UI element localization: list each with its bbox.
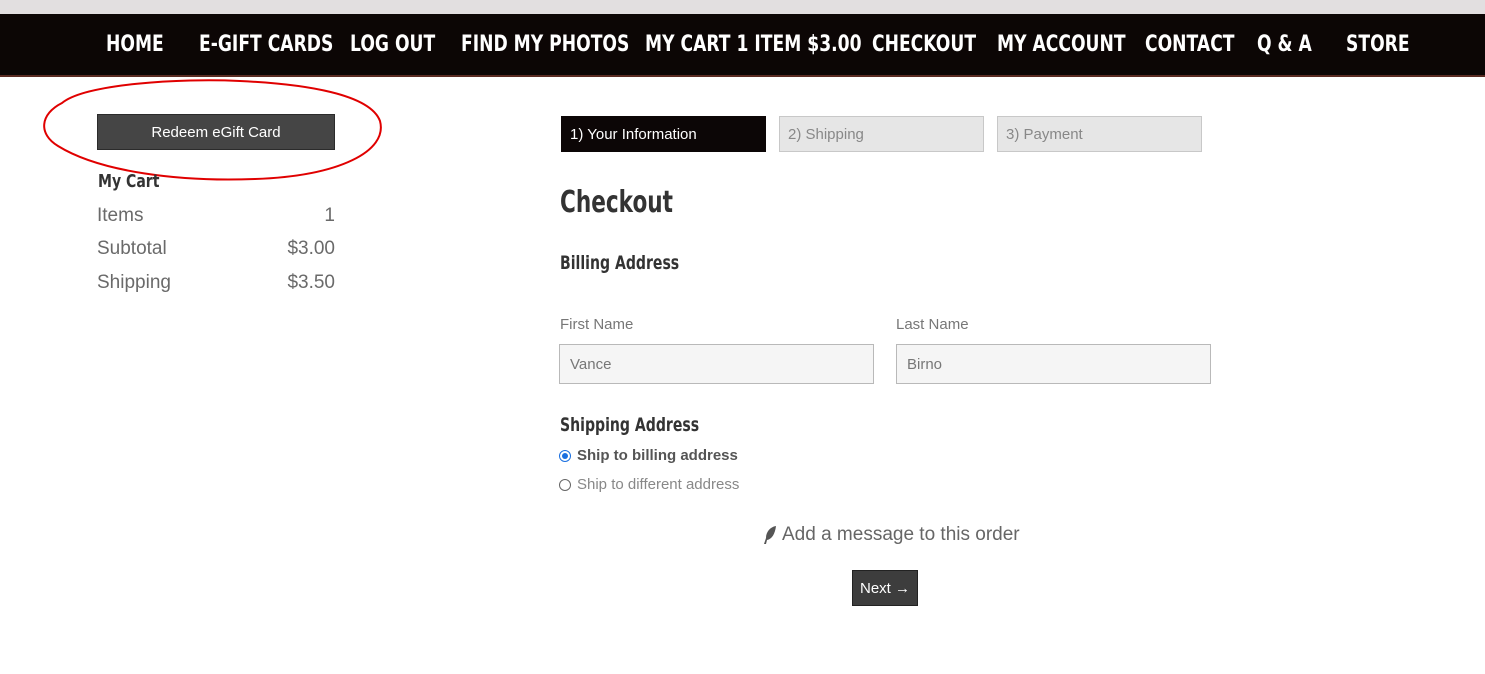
- cart-row-shipping: Shipping $3.50: [97, 272, 335, 298]
- cart-row-items: Items 1: [97, 205, 335, 231]
- nav-checkout[interactable]: CHECKOUT: [872, 30, 976, 60]
- browser-top-strip: [0, 0, 1485, 14]
- step-shipping[interactable]: 2) Shipping: [779, 116, 984, 152]
- feather-icon: [764, 526, 776, 544]
- first-name-field[interactable]: [559, 344, 874, 384]
- billing-address-heading: Billing Address: [560, 252, 680, 274]
- nav-e-gift-cards[interactable]: E-GIFT CARDS: [199, 30, 333, 60]
- add-message-link[interactable]: Add a message to this order: [762, 524, 1020, 546]
- nav-my-account[interactable]: MY ACCOUNT: [997, 30, 1126, 60]
- nav-my-cart[interactable]: MY CART 1 ITEM $3.00: [645, 30, 862, 60]
- cart-row-value: 1: [324, 205, 335, 226]
- ship-to-billing-option[interactable]: Ship to billing address: [559, 447, 738, 464]
- my-cart-heading: My Cart: [98, 171, 160, 192]
- cart-row-label: Items: [97, 205, 144, 226]
- step-payment[interactable]: 3) Payment: [997, 116, 1202, 152]
- cart-row-subtotal: Subtotal $3.00: [97, 238, 335, 264]
- last-name-field[interactable]: [896, 344, 1211, 384]
- cart-row-value: $3.00: [287, 238, 335, 259]
- nav-log-out[interactable]: LOG OUT: [350, 30, 435, 60]
- nav-home[interactable]: HOME: [106, 30, 164, 60]
- first-name-label: First Name: [560, 316, 634, 333]
- step-your-information[interactable]: 1) Your Information: [561, 116, 766, 152]
- page-title: Checkout: [560, 185, 674, 220]
- cart-row-label: Shipping: [97, 272, 171, 293]
- cart-row-label: Subtotal: [97, 238, 167, 259]
- add-message-label: Add a message to this order: [782, 524, 1020, 545]
- nav-contact[interactable]: CONTACT: [1145, 30, 1235, 60]
- ship-to-different-label: Ship to different address: [577, 476, 740, 493]
- ship-to-different-radio[interactable]: [559, 478, 571, 491]
- last-name-label: Last Name: [896, 316, 969, 333]
- nav-q-and-a[interactable]: Q & A: [1257, 30, 1312, 60]
- ship-to-billing-radio[interactable]: [559, 449, 571, 462]
- cart-row-value: $3.50: [287, 272, 335, 293]
- nav-find-my-photos[interactable]: FIND MY PHOTOS: [461, 30, 629, 60]
- red-circle-annotation: [43, 79, 382, 181]
- nav-store[interactable]: STORE: [1346, 30, 1410, 60]
- main-navigation: HOME E-GIFT CARDS LOG OUT FIND MY PHOTOS…: [0, 14, 1485, 77]
- ship-to-billing-label: Ship to billing address: [577, 447, 738, 464]
- next-button[interactable]: Next →: [852, 570, 918, 606]
- ship-to-different-option[interactable]: Ship to different address: [559, 476, 739, 493]
- shipping-address-heading: Shipping Address: [560, 414, 700, 436]
